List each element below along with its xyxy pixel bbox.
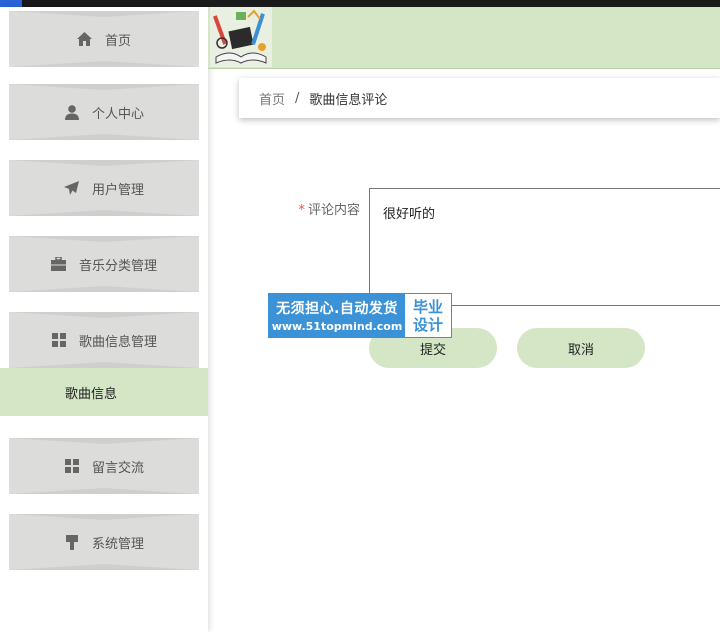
watermark-url: www.51topmind.com <box>271 320 403 333</box>
sidebar-item-label: 系统管理 <box>91 536 144 552</box>
sidebar-item-system[interactable]: 系统管理 <box>9 514 199 570</box>
sidebar-item-label: 首页 <box>104 33 131 49</box>
user-icon <box>64 104 80 120</box>
sidebar-item-label: 歌曲信息管理 <box>78 334 157 350</box>
grid-icon <box>64 458 80 474</box>
breadcrumb-separator: / <box>295 90 300 106</box>
sidebar-item-label: 个人中心 <box>91 106 144 122</box>
breadcrumb-home-link[interactable]: 首页 <box>259 89 285 108</box>
sidebar-item-users[interactable]: 用户管理 <box>9 160 199 216</box>
briefcase-icon <box>51 256 67 272</box>
comment-content-label-text: 评论内容 <box>307 203 360 218</box>
header <box>208 7 720 69</box>
breadcrumb-current: 歌曲信息评论 <box>309 92 388 108</box>
comment-content-textarea[interactable]: 很好听的 <box>369 188 720 306</box>
comment-content-label: * 评论内容 <box>270 199 360 218</box>
sidebar-item-song-info[interactable]: 歌曲信息管理 <box>9 312 199 368</box>
sidebar-item-home[interactable]: 首页 <box>9 11 199 67</box>
sidebar-subitem-label: 歌曲信息 <box>64 386 117 402</box>
required-mark: * <box>298 203 305 218</box>
sidebar-item-label: 用户管理 <box>91 182 144 198</box>
breadcrumb: 首页 / 歌曲信息评论 <box>239 78 720 118</box>
window-top-bar <box>0 0 720 7</box>
grid-icon <box>51 332 67 348</box>
watermark-line1: 无须担心.自动发货 <box>276 301 398 317</box>
cancel-button[interactable]: 取消 <box>517 328 645 368</box>
watermark-banner: 无须担心.自动发货 www.51topmind.com 毕业 设计 <box>268 293 452 338</box>
sidebar-subitem-song-info[interactable]: 歌曲信息 <box>0 368 208 416</box>
sidebar-item-music-category[interactable]: 音乐分类管理 <box>9 236 199 292</box>
paper-plane-icon <box>64 180 80 196</box>
home-icon <box>77 31 93 47</box>
watermark-badge: 毕业 设计 <box>405 294 451 337</box>
watermark-badge-line2: 设计 <box>412 315 443 334</box>
school-logo <box>210 7 272 67</box>
sidebar: 首页 个人中心 用户管理 音乐分类管理 歌曲信息管理 歌曲信息 留言交流 系统管… <box>0 7 208 632</box>
sidebar-item-messages[interactable]: 留言交流 <box>9 438 199 494</box>
app-icon <box>0 0 22 7</box>
sidebar-item-label: 留言交流 <box>91 460 144 476</box>
sidebar-item-label: 音乐分类管理 <box>78 258 157 274</box>
sidebar-item-profile[interactable]: 个人中心 <box>9 84 199 140</box>
brush-icon <box>64 534 80 550</box>
watermark-badge-line1: 毕业 <box>412 297 443 316</box>
watermark-text-block: 无须担心.自动发货 www.51topmind.com <box>269 294 405 337</box>
